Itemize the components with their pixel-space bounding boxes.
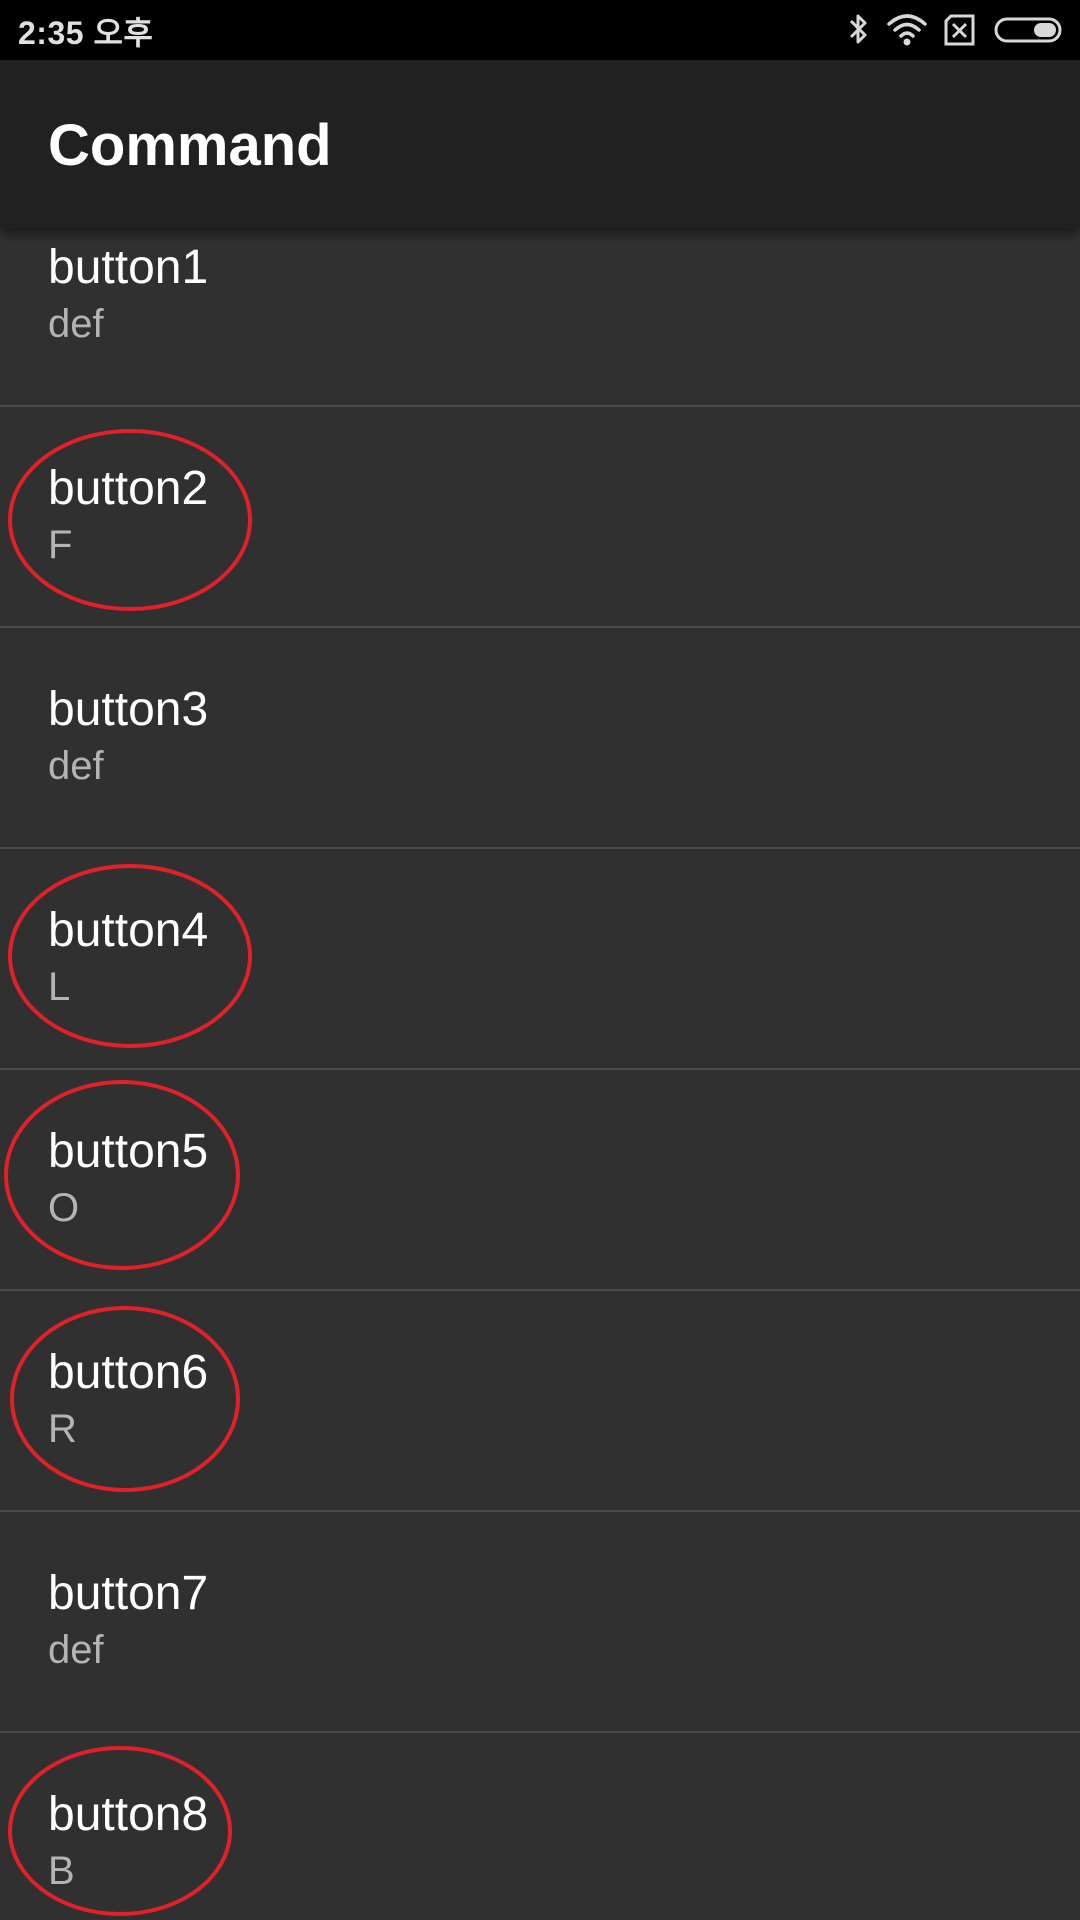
list-item-button3[interactable]: button3 def bbox=[0, 628, 1080, 849]
item-subtitle: L bbox=[48, 965, 71, 1009]
item-subtitle: B bbox=[48, 1849, 75, 1893]
command-list[interactable]: button1 def button2 F button3 def button… bbox=[0, 228, 1080, 1920]
item-title: button3 bbox=[48, 683, 209, 736]
list-item-button8[interactable]: button8 B bbox=[0, 1733, 1080, 1920]
item-title: button6 bbox=[48, 1346, 209, 1399]
status-time: 2:35 오후 bbox=[18, 15, 154, 51]
app-bar: Command bbox=[0, 60, 1080, 228]
item-subtitle: R bbox=[48, 1407, 77, 1451]
item-title: button5 bbox=[48, 1125, 209, 1178]
battery-icon bbox=[994, 12, 1066, 53]
no-sim-icon bbox=[942, 12, 978, 53]
list-item-button4[interactable]: button4 L bbox=[0, 849, 1080, 1070]
item-subtitle: def bbox=[48, 744, 104, 788]
item-title: button2 bbox=[48, 462, 209, 515]
status-bar: 2:35 오후 bbox=[0, 0, 1080, 60]
list-item-button7[interactable]: button7 def bbox=[0, 1512, 1080, 1733]
list-item-button1[interactable]: button1 def bbox=[0, 228, 1080, 407]
item-title: button7 bbox=[48, 1567, 209, 1620]
list-item-button2[interactable]: button2 F bbox=[0, 407, 1080, 628]
item-subtitle: F bbox=[48, 523, 73, 567]
bluetooth-icon bbox=[846, 12, 872, 53]
status-icons bbox=[846, 12, 1066, 48]
item-title: button1 bbox=[48, 241, 209, 294]
wifi-icon bbox=[886, 12, 928, 53]
app-title: Command bbox=[48, 113, 332, 178]
item-title: button4 bbox=[48, 904, 209, 957]
item-subtitle: def bbox=[48, 302, 104, 346]
list-item-button6[interactable]: button6 R bbox=[0, 1291, 1080, 1512]
list-item-button5[interactable]: button5 O bbox=[0, 1070, 1080, 1291]
item-title: button8 bbox=[48, 1788, 209, 1841]
item-subtitle: def bbox=[48, 1628, 104, 1672]
item-subtitle: O bbox=[48, 1186, 80, 1230]
